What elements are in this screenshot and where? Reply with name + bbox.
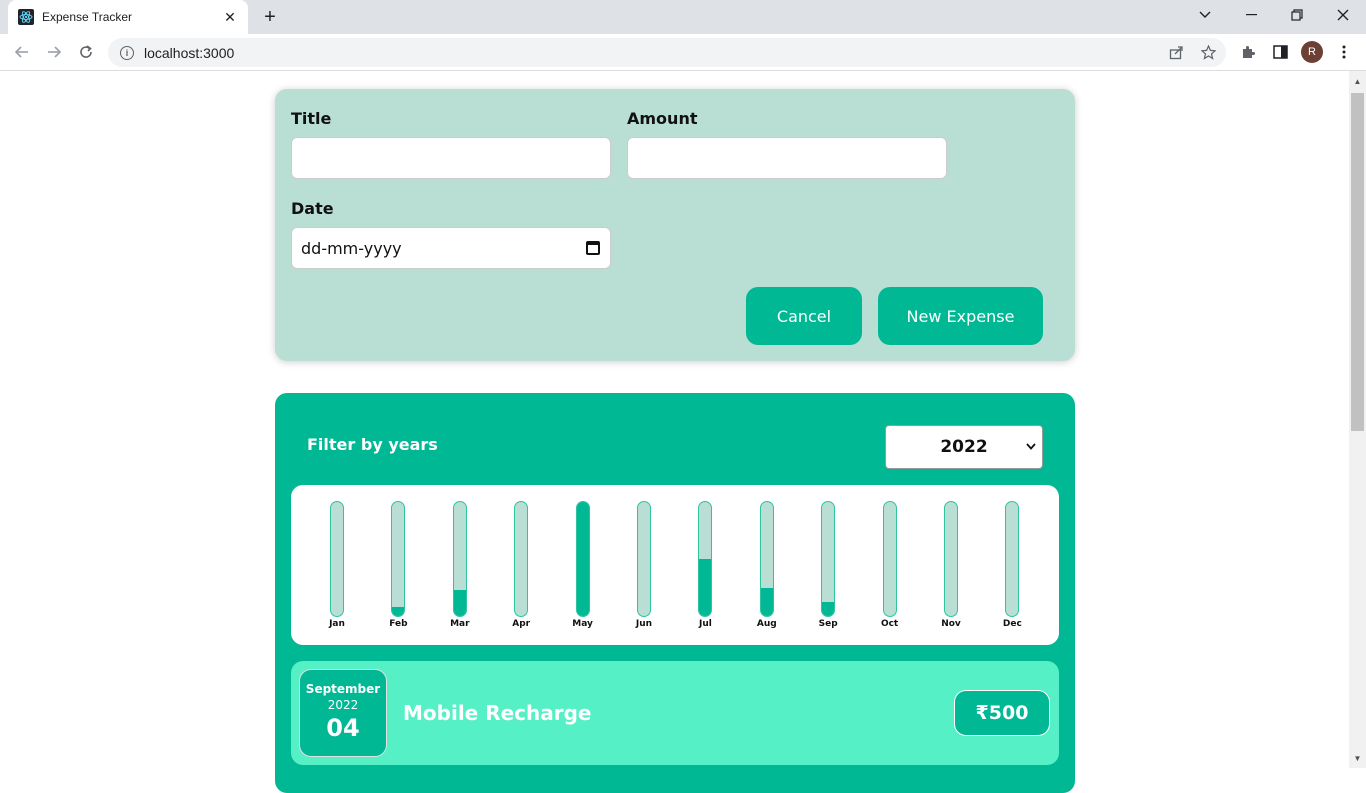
- chart-bar-track: [452, 501, 467, 617]
- chart-bar-track: [882, 501, 897, 617]
- site-info-icon[interactable]: i: [120, 45, 134, 60]
- tab-search-icon[interactable]: [1182, 0, 1228, 30]
- calendar-icon[interactable]: [586, 241, 600, 255]
- window-close-icon[interactable]: [1320, 0, 1366, 30]
- page-scrollbar[interactable]: ▲ ▼: [1349, 71, 1366, 768]
- chart-bar-track: [637, 501, 651, 617]
- back-arrow-icon[interactable]: [10, 40, 34, 64]
- chart-bar-track: [759, 501, 774, 617]
- scroll-down-arrow-icon[interactable]: ▼: [1349, 750, 1366, 766]
- chart-bar-jan: [330, 501, 344, 617]
- chart-bar-apr: [514, 501, 529, 617]
- chart-bar-track: [944, 501, 958, 617]
- chevron-down-icon: [1026, 439, 1036, 453]
- kebab-menu-icon[interactable]: [1332, 40, 1356, 64]
- new-tab-icon[interactable]: +: [258, 6, 282, 28]
- chart-bar-label: Apr: [512, 619, 531, 629]
- expenses-panel: Filter by years 2022 Jan Feb Mar Apr May Jun J…: [275, 393, 1075, 793]
- chart-bar-jun: [637, 501, 651, 617]
- chart-bar-track: [391, 501, 406, 617]
- selected-year: 2022: [940, 437, 988, 457]
- chart-bar-fill: [576, 502, 589, 616]
- chart-bar-dec: [1005, 501, 1020, 617]
- chart-bar-track: [330, 501, 344, 617]
- chart-bar-label: May: [572, 619, 593, 629]
- date-label: Date: [291, 199, 334, 218]
- chart-bar-may: [575, 501, 590, 617]
- chart-bar-fill: [822, 602, 835, 616]
- close-icon[interactable]: ✕: [222, 9, 238, 25]
- chart-bar-track: [698, 501, 713, 617]
- filter-label: Filter by years: [307, 435, 438, 454]
- date-placeholder: dd-mm-yyyy: [301, 238, 402, 258]
- chart-bar-fill: [453, 589, 466, 616]
- new-expense-form: Title Amount Date dd-mm-yyyy Cancel New …: [275, 89, 1075, 361]
- chart-bar-feb: [391, 501, 406, 617]
- browser-tabstrip: Expense Tracker ✕ +: [0, 0, 1366, 34]
- new-expense-button[interactable]: New Expense: [878, 287, 1043, 345]
- chart-bar-aug: [759, 501, 774, 617]
- chart-bar-label: Feb: [389, 619, 408, 629]
- chart-bar-fill: [392, 606, 405, 616]
- url-text: localhost:3000: [144, 44, 235, 61]
- chart-bar-nov: [944, 501, 958, 617]
- expense-title: Mobile Recharge: [403, 701, 592, 725]
- chart-bar-track: [575, 501, 590, 617]
- expense-item: September 2022 04 Mobile Recharge ₹500: [291, 661, 1059, 765]
- chart-bar-label: Nov: [941, 619, 961, 629]
- expense-date-month: September: [305, 682, 381, 696]
- restore-icon[interactable]: [1274, 0, 1320, 30]
- chart-bar-mar: [452, 501, 467, 617]
- amount-input[interactable]: [627, 137, 947, 179]
- expenses-chart: Jan Feb Mar Apr May Jun Jul Aug Sep Oct Nov Dec: [291, 485, 1059, 645]
- expense-date: September 2022 04: [299, 669, 387, 757]
- minimize-icon[interactable]: [1228, 0, 1274, 30]
- chart-bar-sep: [821, 501, 836, 617]
- tab-title: Expense Tracker: [42, 10, 133, 24]
- browser-tab[interactable]: Expense Tracker ✕: [8, 0, 248, 34]
- chart-bar-fill: [760, 587, 773, 616]
- chart-bar-track: [514, 501, 529, 617]
- title-input[interactable]: [291, 137, 611, 179]
- expense-amount: ₹500: [954, 690, 1050, 736]
- chart-bar-label: Jan: [329, 619, 345, 629]
- chart-bar-label: Aug: [756, 619, 777, 629]
- expense-date-day: 04: [326, 714, 360, 742]
- address-bar[interactable]: i localhost:3000: [108, 38, 1226, 67]
- year-select[interactable]: 2022: [885, 425, 1043, 469]
- chart-bar-track: [821, 501, 836, 617]
- chart-bar-label: Sep: [818, 619, 838, 629]
- chart-bar-label: Dec: [1002, 619, 1022, 629]
- chart-bar-oct: [882, 501, 897, 617]
- title-label: Title: [291, 109, 332, 128]
- bookmark-star-icon[interactable]: [1194, 38, 1222, 67]
- extensions-puzzle-icon[interactable]: [1236, 40, 1260, 64]
- reload-icon[interactable]: [74, 40, 98, 64]
- side-panel-icon[interactable]: [1268, 40, 1292, 64]
- chart-bar-jul: [698, 501, 713, 617]
- forward-arrow-icon[interactable]: [42, 40, 66, 64]
- chart-bar-fill: [699, 559, 712, 616]
- scroll-up-arrow-icon[interactable]: ▲: [1349, 73, 1366, 89]
- chart-bar-label: Jun: [635, 619, 653, 629]
- share-icon[interactable]: [1162, 38, 1190, 67]
- date-input[interactable]: dd-mm-yyyy: [291, 227, 611, 269]
- scroll-thumb[interactable]: [1351, 93, 1364, 431]
- chart-bar-track: [1005, 501, 1020, 617]
- amount-label: Amount: [627, 109, 698, 128]
- cancel-button[interactable]: Cancel: [746, 287, 862, 345]
- profile-avatar[interactable]: R: [1301, 41, 1323, 63]
- react-logo-icon: [18, 9, 34, 25]
- chart-bar-label: Oct: [880, 619, 899, 629]
- chart-bar-label: Mar: [450, 619, 470, 629]
- chart-bar-label: Jul: [698, 619, 712, 629]
- browser-toolbar: i localhost:3000 R: [0, 34, 1366, 71]
- expense-date-year: 2022: [327, 698, 359, 712]
